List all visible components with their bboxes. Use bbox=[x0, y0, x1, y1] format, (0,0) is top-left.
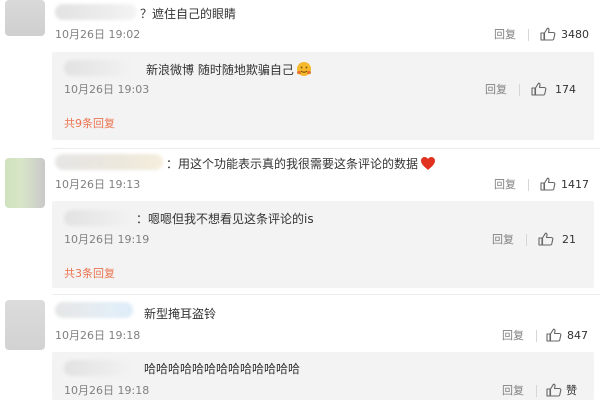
avatar[interactable] bbox=[5, 0, 45, 36]
reply-time: 10月26日 19:03 bbox=[64, 83, 150, 96]
comment-text: ？遮住自己的眼睛 bbox=[140, 7, 237, 21]
username-blurred[interactable] bbox=[55, 4, 137, 20]
more-replies-link[interactable]: 共9条回复 bbox=[64, 117, 115, 131]
reply-button[interactable]: 回复 bbox=[485, 83, 507, 97]
like-thumb-icon[interactable] bbox=[546, 383, 562, 397]
avatar[interactable] bbox=[5, 158, 45, 208]
reply-text: 哈哈哈哈哈哈哈哈哈哈哈哈哈 bbox=[144, 362, 301, 376]
divider bbox=[528, 29, 529, 41]
reply-button[interactable]: 回复 bbox=[494, 178, 516, 192]
reply-text: ：嗯嗯但我不想看见这条评论的is bbox=[136, 212, 314, 226]
avatar[interactable] bbox=[5, 300, 45, 350]
like-thumb-icon[interactable] bbox=[538, 232, 554, 246]
divider bbox=[526, 234, 527, 246]
divider bbox=[519, 84, 520, 96]
divider bbox=[536, 385, 537, 397]
like-thumb-icon[interactable] bbox=[540, 177, 556, 191]
username-blurred[interactable] bbox=[64, 210, 136, 226]
username-blurred[interactable] bbox=[55, 302, 133, 318]
like-count: 21 bbox=[562, 233, 576, 246]
reply-time: 10月26日 19:19 bbox=[64, 233, 150, 246]
like-count: 847 bbox=[567, 329, 588, 342]
reply-button[interactable]: 回复 bbox=[494, 28, 516, 42]
divider bbox=[536, 330, 537, 342]
username-blurred[interactable] bbox=[64, 360, 136, 376]
divider bbox=[52, 294, 600, 295]
like-count: 3480 bbox=[561, 28, 589, 41]
heart-emoji-icon bbox=[421, 157, 436, 170]
username-blurred[interactable] bbox=[64, 60, 138, 76]
comment-text: ：用这个功能表示真的我很需要这条评论的数据 bbox=[166, 156, 436, 172]
like-thumb-icon[interactable] bbox=[546, 328, 562, 342]
reply-time: 10月26日 19:18 bbox=[64, 384, 150, 397]
username-blurred[interactable] bbox=[55, 154, 163, 170]
reply-button[interactable]: 回复 bbox=[492, 233, 514, 247]
divider bbox=[52, 148, 600, 149]
like-count: 174 bbox=[555, 83, 576, 96]
reply-button[interactable]: 回复 bbox=[502, 329, 524, 343]
like-count: 1417 bbox=[561, 178, 589, 191]
hug-emoji-icon bbox=[296, 62, 311, 76]
comment-time: 10月26日 19:18 bbox=[55, 329, 141, 342]
reply-button[interactable]: 回复 bbox=[502, 384, 524, 398]
comment-time: 10月26日 19:02 bbox=[55, 28, 141, 41]
comment-time: 10月26日 19:13 bbox=[55, 178, 141, 191]
like-thumb-icon[interactable] bbox=[540, 27, 556, 41]
more-replies-link[interactable]: 共3条回复 bbox=[64, 267, 115, 281]
divider bbox=[528, 179, 529, 191]
comment-text: 新型掩耳盗铃 bbox=[144, 307, 217, 321]
reply-text: 新浪微博 随时随地欺骗自己 bbox=[146, 61, 312, 78]
like-count: 赞 bbox=[566, 384, 577, 397]
like-thumb-icon[interactable] bbox=[531, 82, 547, 96]
